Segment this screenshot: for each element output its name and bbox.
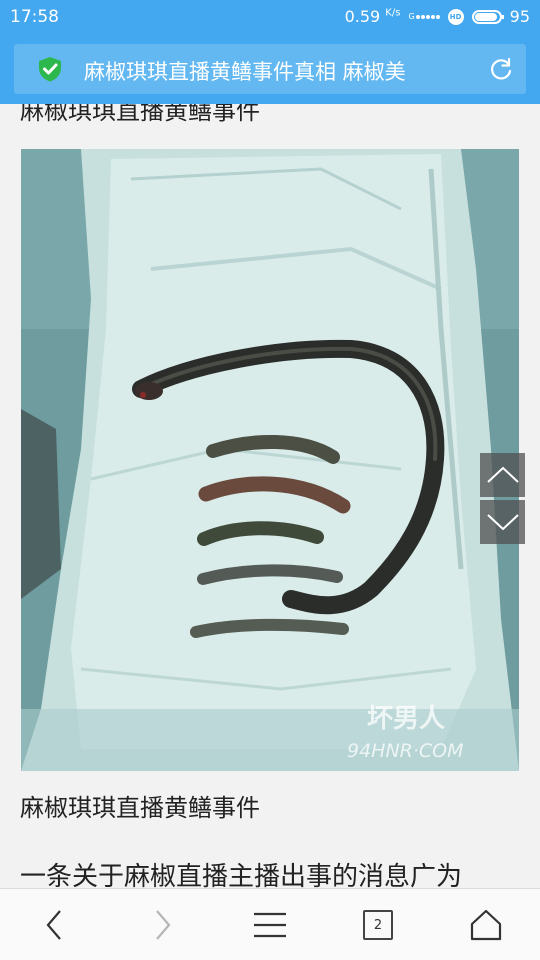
signal-icon: G <box>408 12 440 21</box>
image-caption: 麻椒琪琪直播黄鳝事件 <box>20 794 260 822</box>
forward-button[interactable] <box>133 889 193 960</box>
battery-icon <box>471 9 504 24</box>
network-speed: 0.59 K/s <box>345 7 401 26</box>
status-time: 17:58 <box>10 7 59 27</box>
menu-button[interactable] <box>240 889 300 960</box>
watermark-logo: 坏男人 94HNR·COM <box>347 704 464 762</box>
chevron-down-icon <box>486 514 519 531</box>
watermark-url-text: 94HNR·COM <box>347 740 464 762</box>
address-bar[interactable]: 麻椒琪琪直播黄鳝事件真相 麻椒美 <box>14 44 526 94</box>
status-bar: 17:58 0.59 K/s G HD 95 <box>0 0 540 34</box>
network-speed-unit: K/s <box>385 7 401 19</box>
menu-icon <box>254 912 286 938</box>
signal-label: G <box>408 12 415 21</box>
back-icon <box>46 910 61 940</box>
chevron-up-icon <box>486 466 519 483</box>
tab-count: 2 <box>373 917 383 933</box>
network-speed-value: 0.59 <box>344 7 381 26</box>
tabs-button[interactable]: 2 <box>363 910 393 940</box>
status-indicators: 0.59 K/s G HD 95 <box>345 7 530 26</box>
article-paragraph: 一条关于麻椒直播主播出事的消息广为 <box>20 862 463 888</box>
back-button[interactable] <box>24 889 84 960</box>
watermark-logo-text: 坏男人 <box>367 704 445 734</box>
shield-check-icon <box>39 57 61 82</box>
forward-icon <box>156 910 171 940</box>
title-bar: 麻椒琪琪直播黄鳝事件真相 麻椒美 <box>0 34 540 104</box>
hd-icon: HD <box>447 8 464 25</box>
page-down-button[interactable] <box>480 500 525 544</box>
page-up-button[interactable] <box>480 453 525 497</box>
refresh-icon[interactable] <box>488 56 514 82</box>
bottom-toolbar: 2 <box>0 888 540 960</box>
eels-photo-illustration <box>21 149 519 771</box>
battery-level: 95 <box>509 7 530 26</box>
article-heading: 麻椒琪琪直播黄鳝事件 <box>20 104 260 125</box>
home-icon <box>470 909 502 941</box>
home-button[interactable] <box>456 889 516 960</box>
article-photo[interactable]: 坏男人 94HNR·COM <box>21 149 519 771</box>
page-title: 麻椒琪琪直播黄鳝事件真相 麻椒美 <box>84 60 406 84</box>
article-content[interactable]: 麻椒琪琪直播黄鳝事件 坏男人 94HNR·COM 麻椒琪琪直播黄鳝事件 一条关于… <box>0 104 540 888</box>
